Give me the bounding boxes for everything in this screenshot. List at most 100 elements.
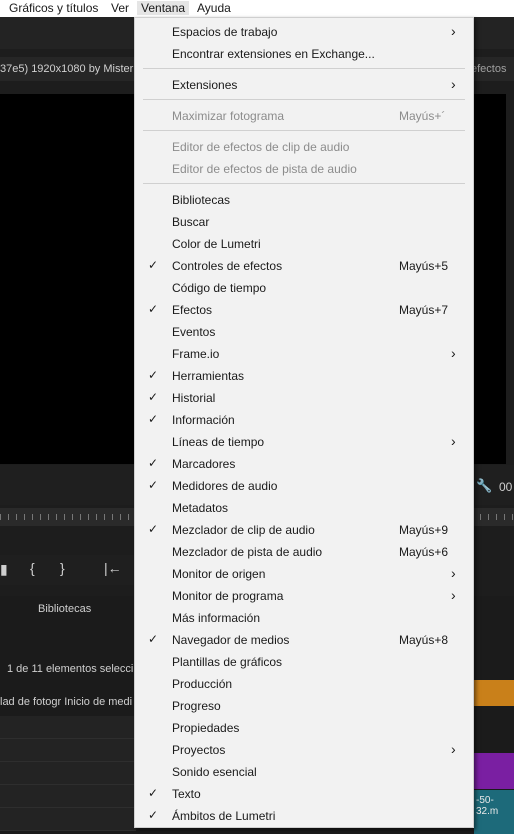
menu-item-navegador-de-medios[interactable]: ✓ Navegador de medios Mayús+8	[135, 629, 473, 651]
menu-item-lineas-de-tiempo[interactable]: Líneas de tiempo ›	[135, 431, 473, 453]
menu-item-label: Proyectos	[172, 743, 226, 757]
menu-item-label: Información	[172, 413, 235, 427]
menu-item-buscar[interactable]: Buscar	[135, 211, 473, 233]
menu-item-label: Controles de efectos	[172, 259, 283, 273]
menu-item-label: Monitor de programa	[172, 589, 284, 603]
menu-separator	[143, 68, 465, 69]
menu-window[interactable]: Ventana	[137, 1, 190, 15]
menu-item-medidores-de-audio[interactable]: ✓ Medidores de audio	[135, 475, 473, 497]
menu-item-controles-de-efectos[interactable]: ✓ Controles de efectos Mayús+5	[135, 255, 473, 277]
menu-item-bibliotecas[interactable]: Bibliotecas	[135, 189, 473, 211]
menu-item-label: Editor de efectos de clip de audio	[172, 140, 350, 154]
menu-item-historial[interactable]: ✓ Historial	[135, 387, 473, 409]
effects-tab[interactable]: efectos	[471, 63, 506, 75]
checkmark-icon: ✓	[148, 522, 159, 536]
item-count: 1 de 11 elementos selecci	[7, 663, 134, 675]
mark-in-icon[interactable]: {	[30, 560, 35, 576]
menu-item-frame-io[interactable]: Frame.io ›	[135, 343, 473, 365]
menu-item-editor-de-efectos-de-clip-de-audio: Editor de efectos de clip de audio	[135, 136, 473, 158]
menu-item-texto[interactable]: ✓ Texto	[135, 783, 473, 805]
menu-item-encontrar-extensiones-en-exchange[interactable]: Encontrar extensiones en Exchange...	[135, 43, 473, 65]
menu-item-shortcut: Mayús+8	[399, 633, 449, 647]
menu-item-label: Sonido esencial	[172, 765, 257, 779]
chevron-right-icon: ›	[451, 76, 456, 92]
menu-item-label: Líneas de tiempo	[172, 435, 265, 449]
mark-out-icon[interactable]: }	[60, 560, 65, 576]
menu-item-label: Más información	[172, 611, 261, 625]
menu-help[interactable]: Ayuda	[197, 1, 231, 15]
chevron-right-icon: ›	[451, 565, 456, 581]
menu-item-propiedades[interactable]: Propiedades	[135, 717, 473, 739]
list-item[interactable]	[0, 762, 136, 785]
wrench-icon[interactable]: 🔧	[476, 478, 492, 494]
menu-separator	[143, 183, 465, 184]
column-headers[interactable]: lad de fotogr Inicio de medi	[0, 696, 132, 708]
menu-item-label: Editor de efectos de pista de audio	[172, 162, 357, 176]
menu-item-shortcut: Mayús+6	[399, 545, 449, 559]
menu-item-label: Medidores de audio	[172, 479, 278, 493]
menu-item-mas-informacion[interactable]: Más información	[135, 607, 473, 629]
menu-item-produccion[interactable]: Producción	[135, 673, 473, 695]
menu-item-metadatos[interactable]: Metadatos	[135, 497, 473, 519]
menu-item-label: Código de tiempo	[172, 281, 267, 295]
menu-item-mezclador-de-clip-de-audio[interactable]: ✓ Mezclador de clip de audio Mayús+9	[135, 519, 473, 541]
checkmark-icon: ✓	[148, 786, 159, 800]
go-to-in-icon[interactable]: |←	[104, 560, 122, 576]
list-item[interactable]	[0, 716, 136, 739]
menu-item-label: Propiedades	[172, 721, 240, 735]
timeline-clip-graphic[interactable]	[474, 753, 514, 789]
libraries-tab[interactable]: Bibliotecas	[38, 603, 91, 615]
menu-item-shortcut: Mayús+9	[399, 523, 449, 537]
checkmark-icon: ✓	[148, 302, 159, 316]
menu-item-mezclador-de-pista-de-audio[interactable]: Mezclador de pista de audio Mayús+6	[135, 541, 473, 563]
menu-item-label: Progreso	[172, 699, 221, 713]
list-item[interactable]	[0, 808, 136, 831]
chevron-right-icon: ›	[451, 587, 456, 603]
menu-item-marcadores[interactable]: ✓ Marcadores	[135, 453, 473, 475]
menu-item-plantillas-de-graficos[interactable]: Plantillas de gráficos	[135, 651, 473, 673]
list-item[interactable]	[0, 785, 136, 808]
menu-item-label: Metadatos	[172, 501, 229, 515]
menu-item-codigo-de-tiempo[interactable]: Código de tiempo	[135, 277, 473, 299]
menu-item-espacios-de-trabajo[interactable]: Espacios de trabajo ›	[135, 21, 473, 43]
timecode-readout: 00	[499, 480, 513, 494]
menu-item-maximizar-fotograma: Maximizar fotograma Mayús+´	[135, 105, 473, 127]
menu-item-shortcut: Mayús+´	[399, 109, 446, 123]
menu-separator	[143, 99, 465, 100]
menu-item-label: Espacios de trabajo	[172, 25, 278, 39]
menu-item-monitor-de-programa[interactable]: Monitor de programa ›	[135, 585, 473, 607]
menu-bar: Gráficos y títulos Ver Ventana Ayuda	[0, 0, 514, 17]
timeline-clip-video[interactable]	[474, 680, 514, 706]
menu-item-label: Color de Lumetri	[172, 237, 261, 251]
checkmark-icon: ✓	[148, 456, 159, 470]
menu-item-monitor-de-origen[interactable]: Monitor de origen ›	[135, 563, 473, 585]
menu-view[interactable]: Ver	[111, 1, 129, 15]
checkmark-icon: ✓	[148, 632, 159, 646]
timeline-clip-label: -50-32.m	[476, 795, 499, 817]
checkmark-icon: ✓	[148, 368, 159, 382]
menu-item-label: Buscar	[172, 215, 210, 229]
checkmark-icon: ✓	[148, 390, 159, 404]
checkmark-icon: ✓	[148, 808, 159, 822]
menu-item-progreso[interactable]: Progreso	[135, 695, 473, 717]
program-monitor-viewport[interactable]	[0, 94, 136, 464]
marker-icon[interactable]: ▮	[0, 561, 8, 578]
menu-item-label: Navegador de medios	[172, 633, 290, 647]
list-item[interactable]	[0, 739, 136, 762]
menu-item-herramientas[interactable]: ✓ Herramientas	[135, 365, 473, 387]
menu-item-label: Texto	[172, 787, 201, 801]
menu-item-label: Efectos	[172, 303, 213, 317]
menu-item-efectos[interactable]: ✓ Efectos Mayús+7	[135, 299, 473, 321]
menu-item-ambitos-de-lumetri[interactable]: ✓ Ámbitos de Lumetri	[135, 805, 473, 827]
menu-item-label: Extensiones	[172, 78, 238, 92]
menu-item-extensiones[interactable]: Extensiones ›	[135, 74, 473, 96]
menu-item-eventos[interactable]: Eventos	[135, 321, 473, 343]
menu-graphics-titles[interactable]: Gráficos y títulos	[9, 1, 98, 15]
transport-controls: ▮ { } |←	[0, 555, 136, 585]
menu-item-sonido-esencial[interactable]: Sonido esencial	[135, 761, 473, 783]
menu-item-proyectos[interactable]: Proyectos ›	[135, 739, 473, 761]
menu-item-informacion[interactable]: ✓ Información	[135, 409, 473, 431]
menu-item-color-de-lumetri[interactable]: Color de Lumetri	[135, 233, 473, 255]
menu-item-label: Mezclador de pista de audio	[172, 545, 323, 559]
checkmark-icon: ✓	[148, 258, 159, 272]
